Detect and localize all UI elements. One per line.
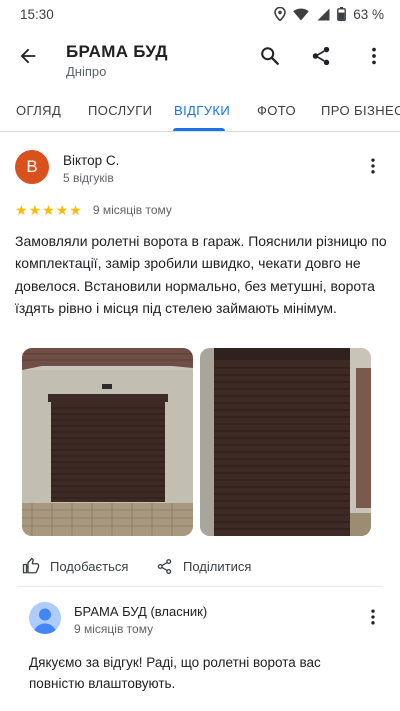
app-bar: БРАМА БУД Дніпро — [0, 28, 400, 84]
like-button[interactable]: Подобається — [22, 551, 128, 581]
review-photo-2[interactable] — [200, 348, 371, 536]
reviewer-avatar[interactable]: В — [15, 150, 49, 184]
review-time: 9 місяців тому — [92, 203, 172, 217]
share-label: Поділитися — [183, 558, 252, 574]
tab-overview[interactable]: ОГЛЯД — [16, 88, 61, 132]
title-block: БРАМА БУД Дніпро — [66, 42, 168, 79]
garage-door-photo-icon — [22, 348, 193, 536]
tab-services[interactable]: ПОСЛУГИ — [88, 88, 152, 132]
wifi-icon — [293, 8, 309, 20]
search-icon — [261, 47, 279, 65]
person-icon — [33, 608, 57, 634]
business-location: Дніпро — [66, 64, 107, 79]
share-button[interactable] — [303, 38, 339, 74]
tab-photos[interactable]: ФОТО — [257, 88, 296, 132]
like-label: Подобається — [50, 558, 129, 574]
star-icon: ★ — [69, 202, 82, 218]
review-photo-1[interactable] — [22, 348, 193, 536]
signal-icon — [317, 8, 330, 20]
tab-bar: ОГЛЯД ПОСЛУГИ ВІДГУКИ ФОТО ПРО БІЗНЕС — [0, 88, 400, 132]
owner-reply-time: 9 місяців тому — [74, 622, 154, 636]
star-rating: ★ ★ ★ ★ ★ — [15, 203, 82, 217]
review-actions: Подобається Поділитися — [0, 551, 400, 581]
business-title: БРАМА БУД — [66, 42, 168, 61]
reviewer-review-count: 5 відгуків — [63, 171, 114, 185]
share-review-button[interactable]: Поділитися — [156, 551, 251, 581]
battery-icon — [337, 7, 347, 21]
reviewer-name[interactable]: Віктор С. — [63, 153, 119, 168]
tab-about[interactable]: ПРО БІЗНЕС — [321, 88, 400, 132]
status-bar: 15:30 63 % — [0, 0, 400, 28]
tab-reviews[interactable]: ВІДГУКИ — [174, 88, 230, 132]
status-icons: 63 % — [274, 7, 384, 22]
more-vert-icon — [371, 158, 375, 174]
share-icon — [312, 46, 330, 66]
rating-row: ★ ★ ★ ★ ★ 9 місяців тому — [15, 203, 172, 217]
thumb-up-icon — [22, 557, 40, 574]
back-button[interactable] — [10, 38, 46, 74]
active-tab-indicator — [173, 128, 225, 131]
owner-reply-more-button[interactable] — [361, 605, 385, 629]
more-vert-icon — [371, 609, 375, 625]
search-button[interactable] — [252, 38, 288, 74]
location-icon — [274, 7, 287, 21]
review-text: Замовляли ролетні ворота в гараж. Поясни… — [15, 233, 387, 316]
status-time: 15:30 — [20, 6, 54, 22]
star-icon: ★ — [15, 202, 28, 218]
battery-percent: 63 % — [353, 6, 384, 22]
owner-avatar[interactable] — [29, 602, 61, 634]
star-icon: ★ — [42, 202, 55, 218]
back-arrow-icon — [20, 48, 36, 64]
star-icon: ★ — [28, 202, 42, 218]
divider — [18, 586, 382, 587]
garage-door-closeup-icon — [200, 348, 371, 536]
review-more-button[interactable] — [361, 154, 385, 178]
more-vert-icon — [372, 47, 376, 65]
share-icon — [157, 558, 172, 574]
star-icon: ★ — [55, 202, 69, 218]
owner-name: БРАМА БУД (власник) — [74, 604, 208, 619]
owner-reply-text: Дякуємо за відгук! Раді, що ролетні воро… — [29, 655, 321, 691]
more-options-button[interactable] — [356, 38, 392, 74]
